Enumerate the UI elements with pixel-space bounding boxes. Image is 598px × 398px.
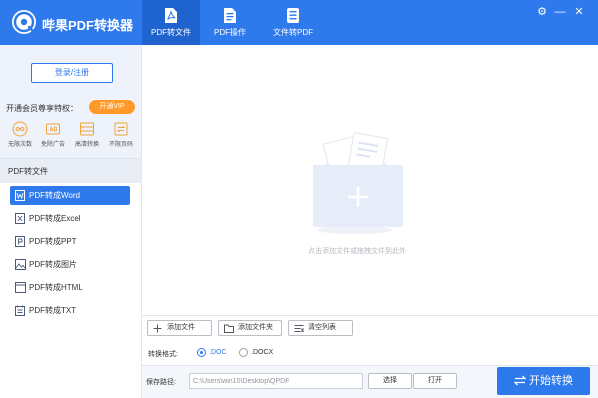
excel-icon [15, 213, 25, 224]
sidebar-item-pdf-to-word[interactable]: PDF转成Word [10, 186, 130, 205]
add-folder-label: 添加文件夹 [238, 324, 273, 331]
radio-label: .DOCX [251, 349, 274, 356]
image-icon [15, 259, 26, 270]
sidebar-item-pdf-to-html[interactable]: PDF转成HTML [10, 278, 130, 297]
pdf-operate-icon [224, 8, 236, 23]
sidebar-item-pdf-to-ppt[interactable]: PDF转成PPT [10, 232, 130, 251]
perk-unlimited-times: 无限次数 [5, 121, 35, 148]
sidebar-item-label: PDF转成TXT [29, 306, 77, 315]
perk-label: 高清转换 [74, 142, 99, 148]
drop-hint-text: 点击添加文件或拖拽文件到此外 [308, 248, 406, 255]
perk-label: 无限次数 [7, 142, 32, 148]
settings-icon[interactable]: ⚙ [535, 5, 549, 19]
tab-label: 文件转PDF [273, 28, 313, 37]
start-convert-button[interactable]: 开始转换 [497, 367, 590, 395]
plus-icon [153, 324, 162, 333]
bottom-bar: 保存路径: 选择 打开 开始转换 [142, 365, 598, 398]
app-logo-icon [12, 10, 36, 34]
sidebar-item-label: PDF转成HTML [29, 283, 83, 292]
section-title: PDF转文件 [8, 167, 48, 176]
app-title: 哔果PDF转换器 [42, 18, 134, 33]
word-icon [15, 190, 25, 201]
ppt-icon [15, 236, 25, 247]
sidebar-item-pdf-to-image[interactable]: PDF转成图片 [10, 255, 130, 274]
start-convert-label: 开始转换 [529, 375, 573, 387]
format-docx-radio[interactable]: .DOCX [239, 348, 279, 358]
login-register-button[interactable]: 登录/注册 [31, 63, 113, 83]
sidebar-item-label: PDF转成图片 [29, 260, 77, 269]
perk-hd-convert: 高清转换 [72, 121, 102, 148]
txt-icon [15, 305, 25, 316]
perk-unlimited-pages: 不限页码 [106, 121, 136, 148]
title-bar: 哔果PDF转换器 PDF转文件 PDF操作 文件转PDF ⚙ — ✕ [0, 0, 598, 45]
divider [142, 315, 598, 316]
radio-dot [197, 348, 206, 357]
unlimited-pages-icon [114, 122, 128, 136]
infinity-icon [12, 121, 28, 137]
clear-list-icon [294, 325, 304, 333]
close-button[interactable]: ✕ [572, 5, 586, 19]
perk-no-ads: 免除广告 [38, 121, 68, 148]
sidebar-item-pdf-to-excel[interactable]: PDF转成Excel [10, 209, 130, 228]
convert-arrows-icon [514, 375, 526, 386]
vip-promo-text: 开通会员尊享特权： [6, 104, 78, 113]
html-icon [15, 282, 26, 293]
tab-file-to-pdf[interactable]: 文件转PDF [263, 0, 323, 45]
tab-pdf-operate[interactable]: PDF操作 [201, 0, 259, 45]
perk-label: 不限页码 [108, 142, 133, 148]
tab-label: PDF操作 [214, 28, 246, 37]
save-path-label: 保存路径: [146, 379, 176, 386]
main-panel: 点击添加文件或拖拽文件到此外 添加文件 添加文件夹 清空列表 转换格式: .DO… [142, 45, 598, 398]
file-to-pdf-icon [287, 8, 299, 23]
choose-path-button[interactable]: 选择 [368, 373, 412, 389]
hd-convert-icon [80, 122, 94, 136]
folder-icon [224, 324, 234, 333]
sidebar-item-label: PDF转成Excel [29, 214, 81, 223]
add-file-button[interactable]: 添加文件 [147, 320, 212, 336]
radio-label: .DOC [209, 349, 227, 356]
section-header: PDF转文件 [0, 158, 141, 183]
member-panel: 登录/注册 开通会员尊享特权： 开通VIP 无限次数 免除广告 高清转换 不限页… [0, 45, 141, 158]
perk-label: 免除广告 [40, 142, 65, 148]
radio-dot [239, 348, 248, 357]
add-folder-button[interactable]: 添加文件夹 [218, 320, 282, 336]
tab-label: PDF转文件 [151, 28, 191, 37]
open-folder-button[interactable]: 打开 [413, 373, 457, 389]
clear-list-button[interactable]: 清空列表 [288, 320, 353, 336]
save-path-input[interactable] [189, 373, 363, 389]
tab-pdf-to-file[interactable]: PDF转文件 [142, 0, 200, 45]
sidebar-item-label: PDF转成Word [29, 191, 80, 200]
file-drop-zone[interactable] [307, 125, 407, 242]
format-label: 转换格式: [148, 351, 178, 358]
sidebar-item-label: PDF转成PPT [29, 237, 77, 246]
minimize-button[interactable]: — [553, 5, 567, 19]
sidebar-item-pdf-to-txt[interactable]: PDF转成TXT [10, 301, 130, 320]
sidebar: 登录/注册 开通会员尊享特权： 开通VIP 无限次数 免除广告 高清转换 不限页… [0, 45, 142, 398]
pdf-icon [165, 8, 177, 23]
no-ads-icon [46, 123, 60, 135]
add-file-label: 添加文件 [167, 324, 195, 331]
clear-list-label: 清空列表 [308, 324, 336, 331]
open-vip-button[interactable]: 开通VIP [89, 100, 135, 114]
format-doc-radio[interactable]: .DOC [197, 348, 232, 358]
